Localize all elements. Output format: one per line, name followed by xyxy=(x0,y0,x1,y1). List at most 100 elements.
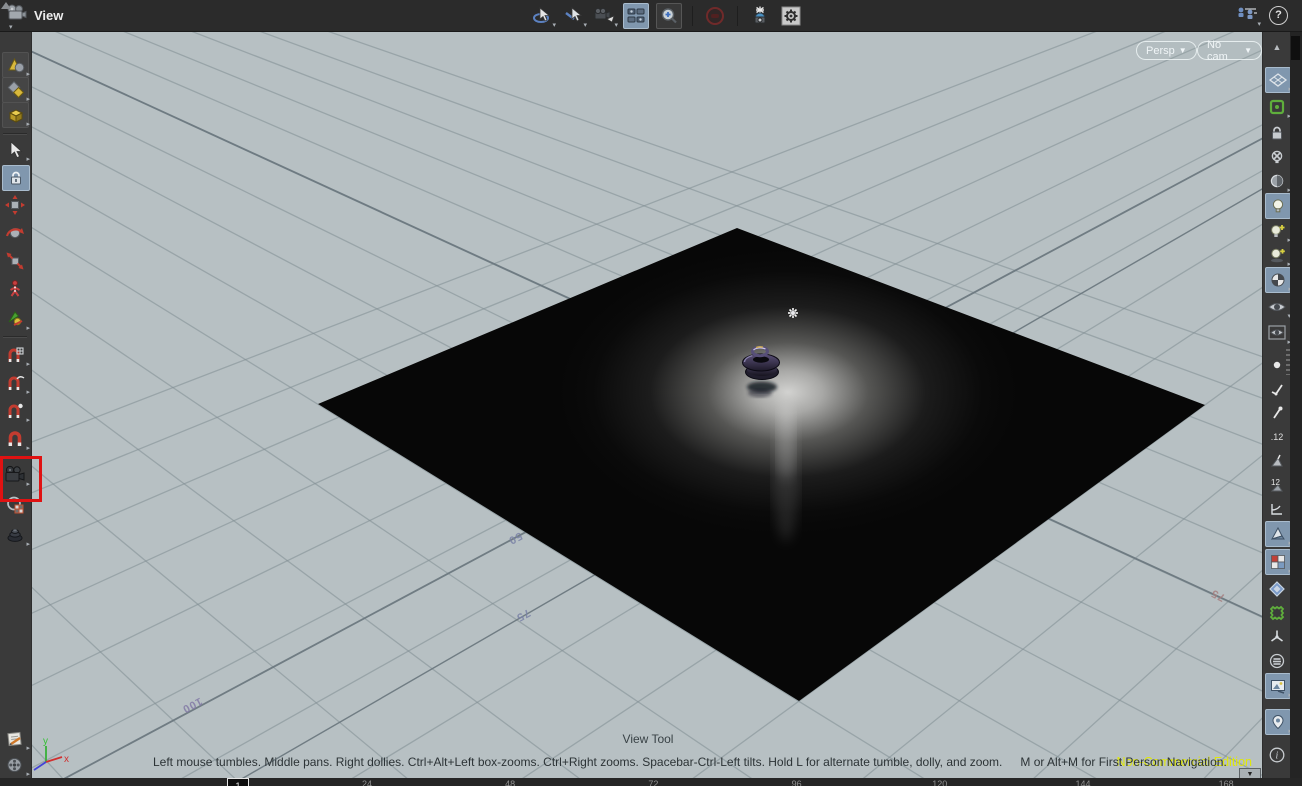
camera-pin-icon[interactable]: ▸ xyxy=(1265,709,1292,735)
scrollbar-thumb[interactable] xyxy=(1291,36,1300,60)
axis-gizmo: y x z xyxy=(31,736,69,775)
lock-camera-icon[interactable] xyxy=(1265,121,1289,145)
frame-tick-label: 96 xyxy=(791,779,802,786)
view-set-icon[interactable] xyxy=(623,3,649,29)
pane-corner-icon[interactable] xyxy=(1,2,11,9)
settings-gear-icon[interactable] xyxy=(779,4,803,28)
no-lighting-icon[interactable] xyxy=(1265,145,1289,169)
help-icon[interactable]: ? xyxy=(1269,5,1288,25)
dome-light-icon[interactable]: ▸ xyxy=(2,523,30,548)
dolly-icon[interactable]: ▾ xyxy=(592,4,618,29)
point-normals-icon[interactable] xyxy=(1265,377,1289,401)
svg-text:i: i xyxy=(1276,751,1279,762)
xray-icon[interactable] xyxy=(1265,577,1289,601)
axis-y-label: y xyxy=(43,736,48,747)
display-options-toolbar: ▲ ▸ ▸ xyxy=(1262,31,1292,786)
render-region-icon[interactable] xyxy=(2,493,28,517)
frame-tick-label: 48 xyxy=(505,779,516,786)
textures-icon[interactable]: ▸ xyxy=(1265,549,1292,575)
prim-normals-icon[interactable] xyxy=(1265,449,1289,473)
scene-3d-view: y x z xyxy=(31,31,1262,778)
topbar-right-icons: ▾ ? xyxy=(1235,3,1288,28)
view-tool-icon[interactable]: ▸ xyxy=(2,463,30,488)
help-text-2: M or Alt+M for First Person Navigation. xyxy=(1020,755,1227,769)
frame-tick-label: 72 xyxy=(648,779,659,786)
houdini-window: ▾ View ▾ ▾ ▾ ▾ ? y x 50 75 100 75 Persp … xyxy=(0,0,1302,786)
dropdown-caret: ▾ xyxy=(614,22,618,29)
camera-projection-menu[interactable]: Persp ▼ xyxy=(1136,41,1197,60)
pane-header[interactable]: ▾ View xyxy=(6,3,64,31)
object-mode-icon[interactable]: ▸ xyxy=(1265,95,1291,120)
frame-tick-label: 24 xyxy=(361,779,373,786)
show-geometry-icon[interactable]: ▸ xyxy=(2,77,30,103)
svg-text:12: 12 xyxy=(1271,478,1280,487)
camera-projection-label: Persp xyxy=(1146,44,1175,57)
frame-tick-label: 144 xyxy=(1075,779,1091,786)
lock-handles-icon[interactable] xyxy=(2,165,30,191)
edit-motion-icon[interactable]: ▸ xyxy=(2,307,30,332)
scroll-up-icon[interactable]: ▲ xyxy=(1265,35,1289,59)
chevron-down-icon: ▼ xyxy=(1244,46,1252,55)
frame-tick-label: 168 xyxy=(1218,779,1234,786)
info-icon[interactable]: i xyxy=(1265,743,1289,767)
shade-curves-icon[interactable]: ▸ xyxy=(1265,521,1292,547)
tumble-icon[interactable]: ▾ xyxy=(530,4,556,29)
tool-status-title: View Tool xyxy=(622,732,674,746)
flipbook-icon[interactable]: ▸ xyxy=(2,753,30,778)
axis-x-label: x xyxy=(64,754,69,765)
particle-fan-icon[interactable] xyxy=(1265,625,1289,649)
display-points-icon[interactable] xyxy=(1265,353,1289,377)
prim-numbers-icon[interactable]: 12 xyxy=(1265,473,1289,497)
hq-shadows-icon[interactable]: ▸ xyxy=(1265,243,1291,268)
dropdown-caret: ▾ xyxy=(552,22,556,29)
pose-icon[interactable] xyxy=(2,277,28,301)
dropdown-caret: ▾ xyxy=(583,22,587,29)
multipass-icon[interactable] xyxy=(1265,649,1289,673)
smooth-shading-icon[interactable]: ▸ xyxy=(1265,267,1292,293)
viewport-scroll-corner[interactable]: ▼ xyxy=(1239,768,1261,778)
scene-viewport[interactable]: y x z 507510075 Persp ▼ No cam ▼ View To… xyxy=(31,31,1262,778)
rotate-icon[interactable] xyxy=(2,221,28,245)
camera-options-icon[interactable] xyxy=(748,4,772,28)
take-notes-icon[interactable]: ▸ xyxy=(2,727,30,752)
snapshot-icon[interactable]: ▸ xyxy=(1265,673,1292,699)
playbar-timeline[interactable]: 1 24 48 72 96 120 144 168 xyxy=(0,778,1302,786)
isolate-eye-icon[interactable]: ▸ xyxy=(1265,321,1291,346)
current-frame-indicator[interactable]: 1 xyxy=(227,778,249,786)
show-objects-icon[interactable]: ▸ xyxy=(2,52,30,78)
help-text-1: Left mouse tumbles. Middle pans. Right d… xyxy=(153,755,1003,769)
point-numbers-icon[interactable]: .12 xyxy=(1265,425,1289,449)
snap-magnet-icon[interactable]: ▸ xyxy=(2,427,30,452)
pane-title: View xyxy=(34,8,64,23)
scale-icon[interactable] xyxy=(2,249,28,273)
hq-lighting-icon[interactable]: ▸ xyxy=(1265,219,1291,244)
group-overlay-icon[interactable] xyxy=(1265,601,1289,625)
visibility-eye-icon[interactable]: ▾ xyxy=(1265,295,1291,320)
layout-presets-icon[interactable]: ▾ xyxy=(1235,3,1261,28)
snap-grid-icon[interactable]: ▸ xyxy=(2,343,30,368)
pane-toolbar: ▾ View ▾ ▾ ▾ ▾ ? xyxy=(0,0,1302,32)
camera-select-label: No cam xyxy=(1207,38,1228,63)
snap-point-icon[interactable]: ▸ xyxy=(2,399,30,424)
normal-lighting-icon[interactable] xyxy=(1265,193,1291,219)
toolbar-separator xyxy=(692,6,693,26)
show-components-icon[interactable]: ▸ xyxy=(2,102,30,128)
translate-icon[interactable] xyxy=(2,193,28,217)
box-zoom-icon[interactable] xyxy=(656,3,682,29)
headlight-icon[interactable]: ▸ xyxy=(1265,169,1291,194)
light-icon[interactable] xyxy=(788,308,798,318)
viewport-left-toolbar: ▸ ▸ ▸ ▸ ▸ ▸ ▸ ▸ ▸ ▸ ▸ ▸ ▸ xyxy=(0,31,42,778)
camera-select-menu[interactable]: No cam ▼ xyxy=(1197,38,1262,63)
secure-select-icon[interactable]: ▾ xyxy=(561,4,587,29)
mute-icon[interactable] xyxy=(703,4,727,28)
select-arrow-icon[interactable]: ▸ xyxy=(2,138,30,163)
point-markers-icon[interactable] xyxy=(1265,401,1289,425)
pane-menu-caret: ▾ xyxy=(9,24,13,31)
reference-grid-icon[interactable]: ▸ xyxy=(1265,67,1292,93)
frame-tick-label: 120 xyxy=(932,779,948,786)
profiles-icon[interactable] xyxy=(1265,497,1289,521)
chevron-down-icon: ▼ xyxy=(1178,46,1187,55)
toolbar-separator xyxy=(737,6,738,26)
snap-curve-icon[interactable]: ▸ xyxy=(2,371,30,396)
right-pane-strip xyxy=(1290,31,1302,786)
